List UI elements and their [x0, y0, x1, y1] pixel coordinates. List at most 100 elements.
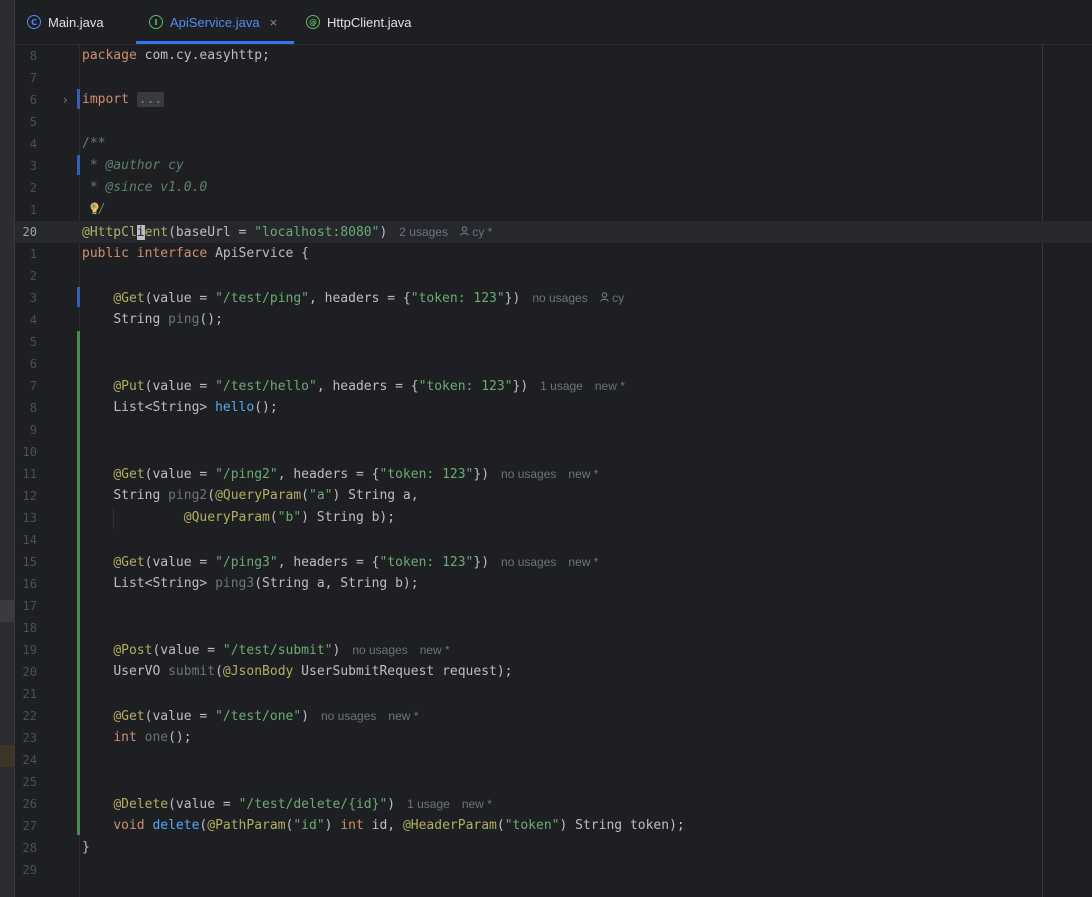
string-literal: "/test/hello" [215, 379, 317, 394]
punctuation: (value = [144, 467, 216, 482]
tab-apiservice-java[interactable]: I ApiService.java × [136, 0, 294, 44]
code-line: 12 String ping2(@QueryParam("a") String … [15, 485, 1092, 507]
parameter: UserSubmitRequest request); [293, 664, 513, 679]
punctuation: (value = [168, 797, 239, 812]
author-hint[interactable]: new * [388, 709, 418, 723]
usages-hint[interactable]: 1 usage new * [407, 797, 492, 811]
code-line: 4 String ping(); [15, 309, 1092, 331]
annotation: @Post [113, 643, 153, 658]
string-literal: "token: 123" [379, 555, 474, 570]
usages-hint[interactable]: 2 usages cy * [399, 225, 492, 239]
code-text: @Post(value = "/test/submit") no usages ne… [82, 639, 449, 662]
code-line: 2 [15, 265, 1092, 287]
close-icon[interactable]: × [270, 15, 278, 30]
string-literal: "token: 123" [410, 291, 505, 306]
author-hint[interactable]: new * [595, 379, 625, 393]
code-line: 21 [15, 683, 1092, 705]
annotation-icon: @ [306, 15, 320, 29]
code-line: 8 List<String> hello(); [15, 397, 1092, 419]
punctuation: ) [332, 643, 341, 658]
folded-imports[interactable]: ... [136, 92, 165, 107]
author-hint[interactable]: new * [568, 555, 598, 569]
left-tool-strip [0, 0, 15, 897]
code-editor[interactable]: 8 package com.cy.easyhttp; 7 6 › import … [15, 45, 1092, 897]
keyword: public [82, 246, 129, 261]
fold-arrow-icon[interactable]: › [63, 89, 68, 111]
punctuation: , headers = { [277, 555, 380, 570]
interface-name: ApiService { [207, 246, 309, 261]
doc-comment: /** [82, 136, 106, 151]
author-hint[interactable]: new * [462, 797, 492, 811]
usages-hint[interactable]: no usages new * [501, 467, 598, 481]
doc-comment: * [82, 158, 106, 173]
usages-count: no usages [532, 291, 588, 305]
punctuation: (); [199, 312, 223, 327]
usages-count: no usages [352, 643, 408, 657]
author-hint[interactable]: cy [599, 291, 625, 305]
code-text: @Get(value = "/ping2", headers = {"token… [82, 463, 598, 486]
usages-count: no usages [321, 709, 377, 723]
author-hint[interactable]: new * [568, 467, 598, 481]
punctuation: ( [301, 488, 309, 503]
string-literal: "token: 123" [418, 379, 513, 394]
code-line: 13 @QueryParam("b") String b); [15, 507, 1092, 529]
line-number: 5 [29, 115, 37, 129]
code-text: String ping2(@QueryParam("a") String a, [82, 485, 418, 507]
annotation: @HttpCl [82, 225, 137, 240]
doc-comment: */ [82, 202, 106, 217]
usages-hint[interactable]: no usages new * [501, 555, 598, 569]
author-hint[interactable]: cy * [460, 225, 492, 239]
line-number: 7 [29, 379, 37, 393]
code-line: 2 * @since v1.0.0 [15, 177, 1092, 199]
punctuation: ) [301, 709, 309, 724]
usages-count: 1 usage [540, 379, 583, 393]
string-literal: "/ping2" [215, 467, 278, 482]
usages-hint[interactable]: no usages new * [352, 643, 449, 657]
code-line: 9 [15, 419, 1092, 441]
usages-count: 1 usage [407, 797, 450, 811]
keyword: int [113, 730, 137, 745]
parameter: ) String b); [301, 510, 396, 525]
punctuation: ) [379, 225, 388, 240]
code-line: 26 @Delete(value = "/test/delete/{id}") 1… [15, 793, 1092, 815]
code-text: @Get(value = "/ping3", headers = {"token… [82, 551, 598, 574]
code-line: 5 [15, 111, 1092, 133]
annotation: ent [144, 225, 169, 240]
punctuation: ( [269, 510, 278, 525]
annotation: @QueryParam [183, 510, 270, 525]
code-line: 19 @Post(value = "/test/submit") no usage… [15, 639, 1092, 661]
return-type: UserVO [113, 664, 169, 679]
line-number: 7 [29, 71, 37, 85]
usages-hint[interactable]: no usages new * [321, 709, 418, 723]
code-line: 7 @Put(value = "/test/hello", headers = … [15, 375, 1092, 397]
line-number: 1 [29, 203, 37, 217]
line-number: 6 [29, 357, 37, 371]
tab-httpclient-java[interactable]: @ HttpClient.java [306, 0, 412, 44]
code-line: 3 @Get(value = "/test/ping", headers = {… [15, 287, 1092, 309]
string-literal: "/test/one" [215, 709, 302, 724]
code-text: /** [82, 133, 105, 155]
interface-icon: I [149, 15, 163, 29]
author-name: cy [612, 291, 625, 305]
code-text: @QueryParam("b") String b); [82, 507, 395, 529]
punctuation: (); [254, 400, 278, 415]
return-type: String [113, 488, 169, 503]
return-type: List<String> [113, 400, 216, 415]
line-number: 1 [29, 247, 37, 261]
method-name: ping3 [215, 576, 255, 591]
author-hint[interactable]: new * [420, 643, 450, 657]
punctuation: (value = [144, 709, 216, 724]
tab-main-java[interactable]: C Main.java [27, 0, 104, 44]
line-number: 21 [22, 687, 37, 701]
annotation: @Delete [113, 797, 169, 812]
string-literal: "/test/delete/{id}" [238, 797, 388, 812]
doc-tag: @author cy [105, 158, 184, 173]
line-number: 8 [29, 401, 37, 415]
line-number: 26 [22, 797, 37, 811]
usages-hint[interactable]: 1 usage new * [540, 379, 625, 393]
usages-count: 2 usages [399, 225, 448, 239]
line-number: 29 [22, 863, 37, 877]
line-number: 4 [29, 313, 37, 327]
line-number: 23 [22, 731, 37, 745]
usages-hint[interactable]: no usages cy [532, 291, 624, 305]
